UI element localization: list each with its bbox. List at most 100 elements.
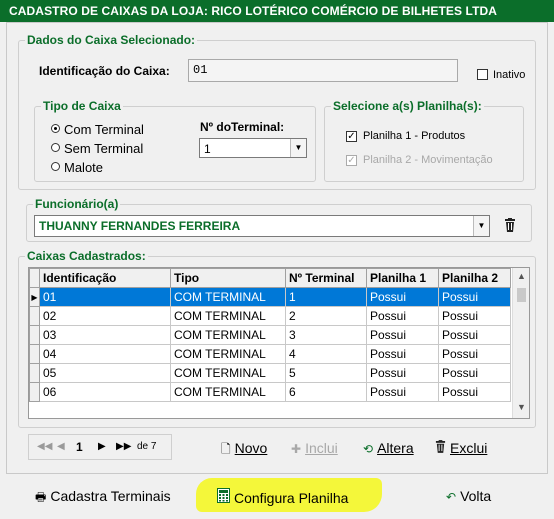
radio-com-terminal-label[interactable]: Com Terminal bbox=[64, 122, 144, 137]
novo-label: Novo bbox=[234, 440, 268, 456]
table-row[interactable]: 06 COM TERMINAL 6 Possui Possui bbox=[29, 382, 511, 402]
next-record-icon[interactable]: ▶ bbox=[98, 441, 106, 452]
page-count: de 7 bbox=[137, 441, 157, 452]
grid-scrollbar[interactable]: ▲ ▼ bbox=[512, 268, 529, 418]
chevron-down-icon[interactable]: ▼ bbox=[473, 216, 489, 236]
table-row[interactable]: 02 COM TERMINAL 2 Possui Possui bbox=[29, 306, 511, 326]
row-indicator bbox=[29, 363, 40, 383]
cell-planilha2: Possui bbox=[438, 287, 511, 307]
planilha1-checkbox[interactable]: ✓ bbox=[346, 131, 357, 142]
novo-button[interactable]: 🗋 Novo bbox=[221, 440, 267, 461]
spreadsheet-icon bbox=[217, 488, 230, 506]
inativo-checkbox[interactable] bbox=[477, 69, 488, 80]
row-indicator bbox=[29, 325, 40, 345]
trash-icon[interactable] bbox=[504, 218, 516, 235]
cell-tipo: COM TERMINAL bbox=[170, 344, 286, 364]
radio-sem-terminal[interactable] bbox=[51, 143, 60, 152]
identificacao-field[interactable]: 01 bbox=[188, 59, 458, 82]
cell-planilha1: Possui bbox=[366, 382, 439, 402]
configura-planilha-button[interactable]: Configura Planilha bbox=[217, 488, 348, 506]
cell-planilha2: Possui bbox=[438, 363, 511, 383]
cell-planilha1: Possui bbox=[366, 287, 439, 307]
funcionario-legend: Funcionário(a) bbox=[33, 197, 121, 211]
planilha2-checkbox: ✓ bbox=[346, 155, 357, 166]
cell-tipo: COM TERMINAL bbox=[170, 306, 286, 326]
undo-icon: ↶ bbox=[446, 490, 457, 504]
cell-identificacao: 03 bbox=[39, 325, 171, 345]
radio-sem-terminal-label[interactable]: Sem Terminal bbox=[64, 141, 143, 156]
chevron-down-icon[interactable]: ▼ bbox=[290, 139, 306, 157]
table-row[interactable]: ▶ 01 COM TERMINAL 1 Possui Possui bbox=[29, 287, 511, 307]
inativo-label: Inativo bbox=[493, 69, 526, 81]
row-indicator bbox=[29, 344, 40, 364]
col-tipo[interactable]: Tipo bbox=[170, 268, 286, 288]
col-identificacao[interactable]: Identificação bbox=[39, 268, 171, 288]
radio-com-terminal[interactable] bbox=[51, 124, 60, 133]
alterar-button[interactable]: ⟲ Altera bbox=[363, 440, 414, 456]
excluir-button[interactable]: Exclui bbox=[435, 440, 487, 456]
funcionario-select[interactable]: THUANNY FERNANDES FERREIRA ▼ bbox=[34, 215, 490, 237]
cell-tipo: COM TERMINAL bbox=[170, 363, 286, 383]
cadastra-terminais-label: Cadastra Terminais bbox=[50, 488, 171, 504]
table-header: Identificação Tipo Nº Terminal Planilha … bbox=[29, 268, 511, 288]
record-navigator: ◀◀ ◀ 1 ▶ ▶▶ de 7 bbox=[28, 434, 172, 460]
configura-planilha-label: Configura Planilha bbox=[234, 490, 349, 506]
radio-malote-label[interactable]: Malote bbox=[64, 160, 103, 175]
cell-planilha1: Possui bbox=[366, 344, 439, 364]
col-planilha2[interactable]: Planilha 2 bbox=[438, 268, 511, 288]
window-title: CADASTRO DE CAIXAS DA LOJA: RICO LOTÉRIC… bbox=[0, 0, 554, 22]
row-indicator bbox=[29, 306, 40, 326]
cell-tipo: COM TERMINAL bbox=[170, 382, 286, 402]
cell-planilha2: Possui bbox=[438, 306, 511, 326]
cell-tipo: COM TERMINAL bbox=[170, 325, 286, 345]
cell-terminal: 2 bbox=[285, 306, 367, 326]
table-row[interactable]: 03 COM TERMINAL 3 Possui Possui bbox=[29, 325, 511, 345]
cell-terminal: 5 bbox=[285, 363, 367, 383]
cell-identificacao: 02 bbox=[39, 306, 171, 326]
cell-identificacao: 01 bbox=[39, 287, 171, 307]
caixas-legend: Caixas Cadastrados: bbox=[25, 249, 148, 263]
col-planilha1[interactable]: Planilha 1 bbox=[366, 268, 439, 288]
row-indicator bbox=[29, 382, 40, 402]
table-row[interactable]: 04 COM TERMINAL 4 Possui Possui bbox=[29, 344, 511, 364]
radio-malote[interactable] bbox=[51, 162, 60, 171]
prev-record-icon[interactable]: ◀ bbox=[57, 441, 65, 452]
caixas-table: Identificação Tipo Nº Terminal Planilha … bbox=[29, 268, 511, 402]
cell-planilha2: Possui bbox=[438, 325, 511, 345]
terminal-label: Nº doTerminal: bbox=[200, 120, 285, 134]
terminal-select[interactable]: 1 ▼ bbox=[199, 138, 307, 158]
cell-terminal: 1 bbox=[285, 287, 367, 307]
cadastra-terminais-button[interactable]: 🖶 Cadastra Terminais bbox=[35, 488, 171, 509]
chevron-down-icon[interactable]: ▼ bbox=[513, 402, 529, 416]
row-indicator: ▶ bbox=[29, 287, 40, 307]
refresh-icon: ⟲ bbox=[363, 442, 374, 456]
planilhas-legend: Selecione a(s) Planilha(s): bbox=[331, 99, 484, 113]
incluir-button: ✚ Inclui bbox=[291, 440, 338, 456]
cell-identificacao: 06 bbox=[39, 382, 171, 402]
volta-label: Volta bbox=[460, 488, 492, 504]
chevron-up-icon[interactable]: ▲ bbox=[513, 271, 529, 285]
plus-icon: ✚ bbox=[291, 442, 302, 456]
page-number: 1 bbox=[76, 440, 83, 454]
cell-planilha1: Possui bbox=[366, 325, 439, 345]
table-row[interactable]: 05 COM TERMINAL 5 Possui Possui bbox=[29, 363, 511, 383]
cell-planilha1: Possui bbox=[366, 363, 439, 383]
terminal-value: 1 bbox=[204, 142, 211, 156]
caixas-grid[interactable]: Identificação Tipo Nº Terminal Planilha … bbox=[28, 267, 530, 419]
cell-planilha2: Possui bbox=[438, 382, 511, 402]
indicator-header bbox=[29, 268, 40, 288]
planilha2-label: Planilha 2 - Movimentação bbox=[363, 154, 493, 166]
cell-identificacao: 04 bbox=[39, 344, 171, 364]
cell-planilha1: Possui bbox=[366, 306, 439, 326]
alterar-label: Altera bbox=[377, 440, 414, 456]
last-record-icon[interactable]: ▶▶ bbox=[116, 441, 131, 452]
planilha1-label: Planilha 1 - Produtos bbox=[363, 130, 466, 142]
funcionario-value: THUANNY FERNANDES FERREIRA bbox=[39, 219, 241, 233]
scrollbar-thumb[interactable] bbox=[517, 288, 526, 302]
dados-legend: Dados do Caixa Selecionado: bbox=[25, 33, 198, 47]
col-terminal[interactable]: Nº Terminal bbox=[285, 268, 367, 288]
cell-identificacao: 05 bbox=[39, 363, 171, 383]
volta-button[interactable]: ↶ Volta bbox=[446, 488, 491, 504]
printer-icon: 🖶 bbox=[35, 490, 47, 504]
first-record-icon[interactable]: ◀◀ bbox=[37, 441, 52, 452]
